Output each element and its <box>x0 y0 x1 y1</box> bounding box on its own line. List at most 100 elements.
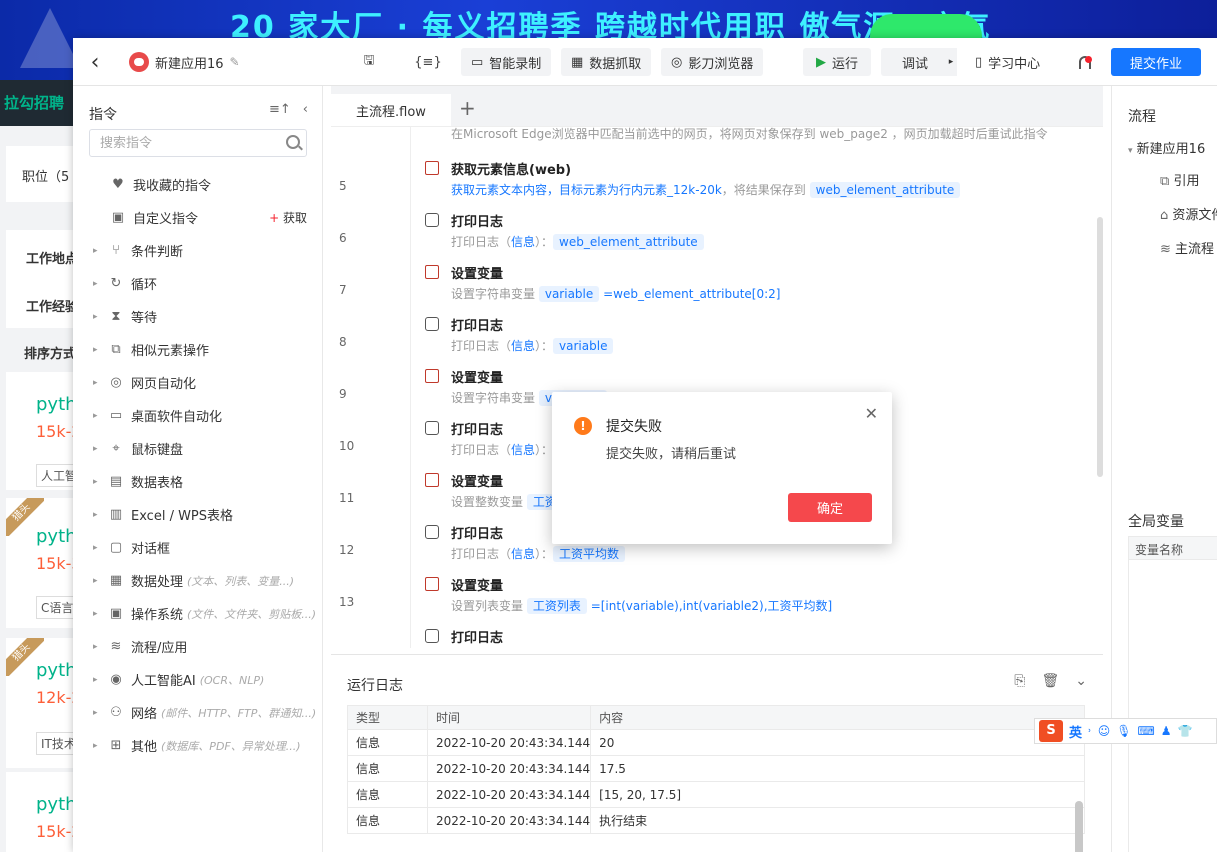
line-number: 5 <box>339 179 347 193</box>
back-button[interactable]: ‹ <box>85 48 105 76</box>
caret-right-icon: ▸ <box>93 443 98 454</box>
debug-dropdown-icon[interactable]: ▸ <box>945 48 957 76</box>
custom-commands-label: 自定义指令 <box>133 212 199 227</box>
get-commands-button[interactable]: + 获取 <box>269 209 307 226</box>
job-filter-card[interactable]: 职位（5 <box>6 146 80 202</box>
notification-bell-icon[interactable] <box>1077 48 1093 76</box>
log-row[interactable]: 信息 2022-10-20 20:43:34.144 20 <box>347 729 1085 756</box>
code-view-icon[interactable]: {≡} <box>413 48 443 76</box>
caret-right-icon: ▸ <box>93 410 98 421</box>
command-category[interactable]: ▸ ▦ 数据处理 (文本、列表、变量...) <box>73 564 323 597</box>
tab-main-flow[interactable]: 主流程.flow <box>331 94 451 126</box>
log-row[interactable]: 信息 2022-10-20 20:43:34.144 执行结束 <box>347 807 1085 834</box>
command-category[interactable]: ▸ ↻ 循环 <box>73 267 323 300</box>
flow-step[interactable]: 7 设置变量 设置字符串变量 variable =web_element_attri… <box>331 253 1091 305</box>
chevron-down-icon[interactable]: ⌄ <box>1075 673 1087 689</box>
command-category[interactable]: ▸ ⚇ 网络 (邮件、HTTP、FTP、群通知...) <box>73 696 323 729</box>
ime-language[interactable]: 英 <box>1069 722 1082 741</box>
printer-icon <box>425 317 439 331</box>
export-icon[interactable]: ⎘ <box>1014 673 1025 689</box>
microphone-icon[interactable]: 🎙 <box>1116 724 1131 738</box>
sogou-logo-icon[interactable]: S <box>1039 720 1063 742</box>
sort-label[interactable]: 排序方式 <box>24 343 76 362</box>
command-category[interactable]: ▸ ◎ 网页自动化 <box>73 366 323 399</box>
category-icon: ▢ <box>109 540 123 555</box>
keyboard-icon[interactable]: ⌨ <box>1137 724 1154 738</box>
command-category[interactable]: ▸ ⌖ 鼠标键盘 <box>73 432 323 465</box>
variable-chip[interactable]: web_element_attribute <box>809 182 961 198</box>
app-title[interactable]: 新建应用16 ✎ <box>129 48 240 76</box>
tree-app-node[interactable]: ▾ 新建应用16 <box>1128 138 1205 157</box>
tree-resource-node[interactable]: ⌂ 资源文件 <box>1160 204 1217 223</box>
flow-step[interactable]: 5 获取元素信息(web) 获取元素文本内容，目标元素为行内元素_12k-20k，将… <box>331 149 1091 201</box>
edit-name-icon[interactable]: ✎ <box>230 55 240 69</box>
command-category[interactable]: ▸ ▤ 数据表格 <box>73 465 323 498</box>
command-category[interactable]: ▸ ≋ 流程/应用 <box>73 630 323 663</box>
level-link[interactable]: 信息 <box>511 443 535 457</box>
command-category[interactable]: ▸ ⑂ 条件判断 <box>73 234 323 267</box>
flow-step[interactable]: 6 打印日志 打印日志（信息）： web_element_attribute <box>331 201 1091 253</box>
debug-button[interactable]: 调试 <box>881 48 949 76</box>
confirm-button[interactable]: 确定 <box>788 493 872 522</box>
command-category[interactable]: ▸ ⧉ 相似元素操作 <box>73 333 323 366</box>
punctuation-icon[interactable]: ˒ <box>1088 724 1092 738</box>
command-category[interactable]: ▸ ⊞ 其他 (数据库、PDF、异常处理...) <box>73 729 323 762</box>
log-row[interactable]: 信息 2022-10-20 20:43:34.144 17.5 <box>347 755 1085 782</box>
command-category[interactable]: ▸ ▣ 操作系统 (文件、文件夹、剪贴板...) <box>73 597 323 630</box>
variable-chip[interactable]: web_element_attribute <box>553 234 704 250</box>
caret-right-icon: ▸ <box>93 344 98 355</box>
variable-chip[interactable]: 工资列表 <box>526 598 587 614</box>
tree-reference-node[interactable]: ⧉ 引用 <box>1160 170 1199 189</box>
variable-chip[interactable]: variable <box>538 286 600 302</box>
variable-chip[interactable]: 工资平均数 <box>553 546 626 562</box>
job-card[interactable]: python 15k-2 <box>6 772 80 852</box>
variable-icon <box>425 161 439 175</box>
editor-scrollbar[interactable] <box>1097 217 1103 477</box>
command-category[interactable]: ▸ ▢ 对话框 <box>73 531 323 564</box>
trash-icon[interactable]: 🗑 <box>1041 673 1059 689</box>
emoji-icon[interactable]: ☺ <box>1098 724 1111 738</box>
level-link[interactable]: 信息 <box>511 235 535 249</box>
flow-step[interactable]: 13 设置变量 设置列表变量 工资列表 =[int(variable),int(va… <box>331 565 1091 617</box>
browser-button[interactable]: ◎ 影刀浏览器 <box>661 48 764 76</box>
learning-center-button[interactable]: ▯ 学习中心 <box>975 48 1040 76</box>
category-hint: (邮件、HTTP、FTP、群通知...) <box>161 706 317 720</box>
user-icon[interactable]: ♟ <box>1161 724 1172 738</box>
log-row[interactable]: 信息 2022-10-20 20:43:34.144 [15, 20, 17.5] <box>347 781 1085 808</box>
filter-experience[interactable]: 工作经验 <box>26 296 78 315</box>
line-number: 9 <box>339 387 347 401</box>
debug-label: 调试 <box>901 56 928 72</box>
favorites-item[interactable]: ♥ 我收藏的指令 <box>73 168 323 201</box>
smart-record-button[interactable]: ▭ 智能录制 <box>461 48 552 76</box>
command-search-input[interactable] <box>90 130 270 156</box>
command-category[interactable]: ▸ ⧗ 等待 <box>73 300 323 333</box>
search-icon[interactable] <box>286 135 300 149</box>
shirt-icon[interactable]: 👕 <box>1178 724 1193 738</box>
add-tab-button[interactable]: + <box>459 96 476 120</box>
tree-main-flow-node[interactable]: ≋ 主流程 <box>1160 238 1214 257</box>
level-link[interactable]: 信息 <box>511 547 535 561</box>
printer-icon <box>425 525 439 539</box>
log-scrollbar[interactable] <box>1075 801 1083 852</box>
variable-chip[interactable]: variable <box>553 338 614 354</box>
submit-assignment-button[interactable]: 提交作业 <box>1111 48 1201 76</box>
command-category[interactable]: ▸ ▭ 桌面软件自动化 <box>73 399 323 432</box>
global-variables-title: 全局变量 <box>1128 514 1184 530</box>
custom-commands-item[interactable]: ▣ 自定义指令 + 获取 <box>73 201 323 234</box>
command-category[interactable]: ▸ ◉ 人工智能AI (OCR、NLP) <box>73 663 323 696</box>
sort-icon[interactable]: ≡↑ <box>269 102 291 117</box>
flow-step[interactable]: 8 打印日志 打印日志（信息）： variable <box>331 305 1091 357</box>
data-capture-button[interactable]: ▦ 数据抓取 <box>561 48 652 76</box>
category-label: 条件判断 <box>131 245 184 260</box>
close-icon[interactable]: ✕ <box>865 404 878 423</box>
command-category[interactable]: ▸ ▥ Excel / WPS表格 <box>73 498 323 531</box>
save-icon[interactable]: 🖫 <box>359 48 379 76</box>
level-link[interactable]: 信息 <box>511 339 535 353</box>
flow-step[interactable]: 14 打印日志 <box>331 617 1091 648</box>
collapse-icon[interactable]: ‹ <box>303 102 308 117</box>
log-cell: 20 <box>590 729 1085 756</box>
filter-location[interactable]: 工作地点 <box>26 248 78 267</box>
run-button[interactable]: ▶ 运行 <box>803 48 871 76</box>
site-logo[interactable]: 拉勾招聘 <box>0 80 80 126</box>
job-card[interactable]: python 15k-2 人工智 <box>6 372 80 490</box>
